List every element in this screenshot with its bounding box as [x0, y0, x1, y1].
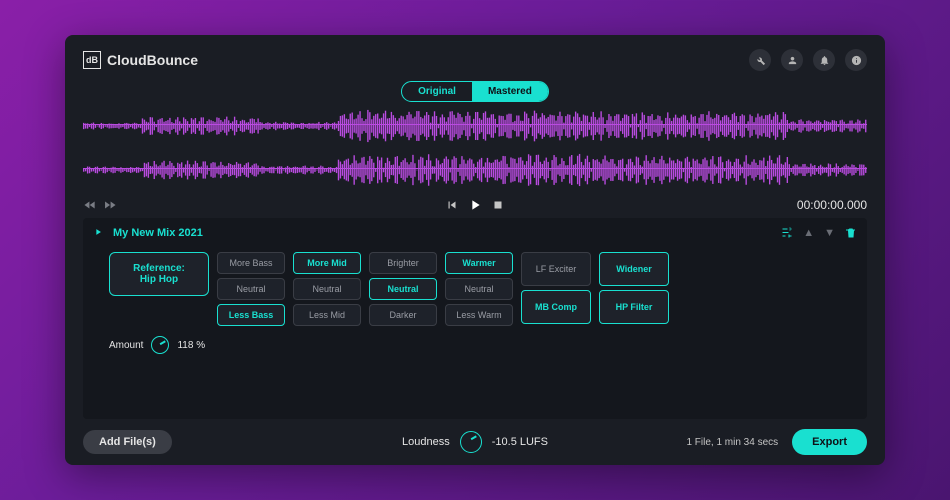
eq-button[interactable]: Brighter — [369, 252, 437, 274]
export-button[interactable]: Export — [792, 429, 867, 455]
play-icon[interactable] — [467, 197, 483, 213]
eq-button[interactable]: More Bass — [217, 252, 285, 274]
amount-dial[interactable] — [151, 336, 169, 354]
eq-button[interactable]: Less Warm — [445, 304, 513, 326]
logo-text: CloudBounce — [107, 52, 198, 68]
amount-label: Amount — [109, 340, 143, 351]
effect-button[interactable]: HP Filter — [599, 290, 669, 324]
eq-button[interactable]: More Mid — [293, 252, 361, 274]
info-icon[interactable] — [845, 49, 867, 71]
timecode: 00:00:00.000 — [797, 198, 867, 212]
effect-button[interactable]: MB Comp — [521, 290, 591, 324]
transport-bar: 00:00:00.000 — [65, 198, 885, 218]
track-header: My New Mix 2021 ▲ ▼ — [93, 224, 857, 242]
eq-button[interactable]: Neutral — [445, 278, 513, 300]
eq-button[interactable]: Darker — [369, 304, 437, 326]
reference-label: Reference: — [122, 263, 196, 274]
eq-button[interactable]: Warmer — [445, 252, 513, 274]
collapse-down-icon[interactable]: ▼ — [824, 227, 835, 239]
header: dB CloudBounce — [65, 35, 885, 77]
waveform-left — [83, 106, 867, 146]
eq-button[interactable]: Neutral — [217, 278, 285, 300]
amount-value: 118 % — [177, 340, 205, 351]
eq-button[interactable]: Less Bass — [217, 304, 285, 326]
track-play-icon[interactable] — [93, 224, 103, 242]
loudness-dial[interactable] — [460, 431, 482, 453]
reference-button[interactable]: Reference: Hip Hop — [109, 252, 209, 296]
track-name: My New Mix 2021 — [113, 227, 203, 239]
effect-button[interactable]: LF Exciter — [521, 252, 591, 286]
app-window: dB CloudBounce Original Mastered — [65, 35, 885, 465]
track-actions: ▲ ▼ — [781, 227, 857, 239]
waveform-right — [83, 150, 867, 190]
footer-right: 1 File, 1 min 34 secs Export — [686, 429, 867, 455]
skip-fwd-icon[interactable] — [103, 198, 117, 212]
effect-button[interactable]: Widener — [599, 252, 669, 286]
prev-icon[interactable] — [445, 197, 459, 213]
trash-icon[interactable] — [845, 227, 857, 239]
eq-button[interactable]: Neutral — [293, 278, 361, 300]
eq-button[interactable]: Less Mid — [293, 304, 361, 326]
wrench-icon[interactable] — [749, 49, 771, 71]
add-file-button[interactable]: Add File(s) — [83, 430, 172, 454]
toggle-mastered[interactable]: Mastered — [472, 82, 548, 101]
transport-main — [445, 197, 505, 213]
header-actions — [749, 49, 867, 71]
amount-row: Amount 118 % — [93, 336, 857, 354]
ab-toggle: Original Mastered — [65, 81, 885, 102]
transport-skip — [83, 198, 117, 212]
footer: Add File(s) Loudness -10.5 LUFS 1 File, … — [65, 419, 885, 465]
collapse-up-icon[interactable]: ▲ — [803, 227, 814, 239]
skip-back-icon[interactable] — [83, 198, 97, 212]
waveform-display[interactable] — [83, 106, 867, 196]
loudness-value: -10.5 LUFS — [492, 436, 548, 448]
bell-icon[interactable] — [813, 49, 835, 71]
controls-row: Reference: Hip Hop More Bass Neutral Less … — [93, 248, 857, 328]
loudness-group: Loudness -10.5 LUFS — [402, 431, 548, 453]
eq-button[interactable]: Neutral — [369, 278, 437, 300]
sliders-icon[interactable] — [781, 227, 793, 239]
toggle-original[interactable]: Original — [402, 82, 472, 101]
logo: dB CloudBounce — [83, 51, 198, 69]
logo-mark: dB — [83, 51, 101, 69]
track-panel: My New Mix 2021 ▲ ▼ Reference: Hip Hop M… — [83, 218, 867, 419]
user-icon[interactable] — [781, 49, 803, 71]
loudness-label: Loudness — [402, 436, 450, 448]
toggle-pill: Original Mastered — [401, 81, 549, 102]
reference-genre: Hip Hop — [122, 274, 196, 285]
stop-icon[interactable] — [491, 197, 505, 213]
file-info: 1 File, 1 min 34 secs — [686, 437, 778, 448]
